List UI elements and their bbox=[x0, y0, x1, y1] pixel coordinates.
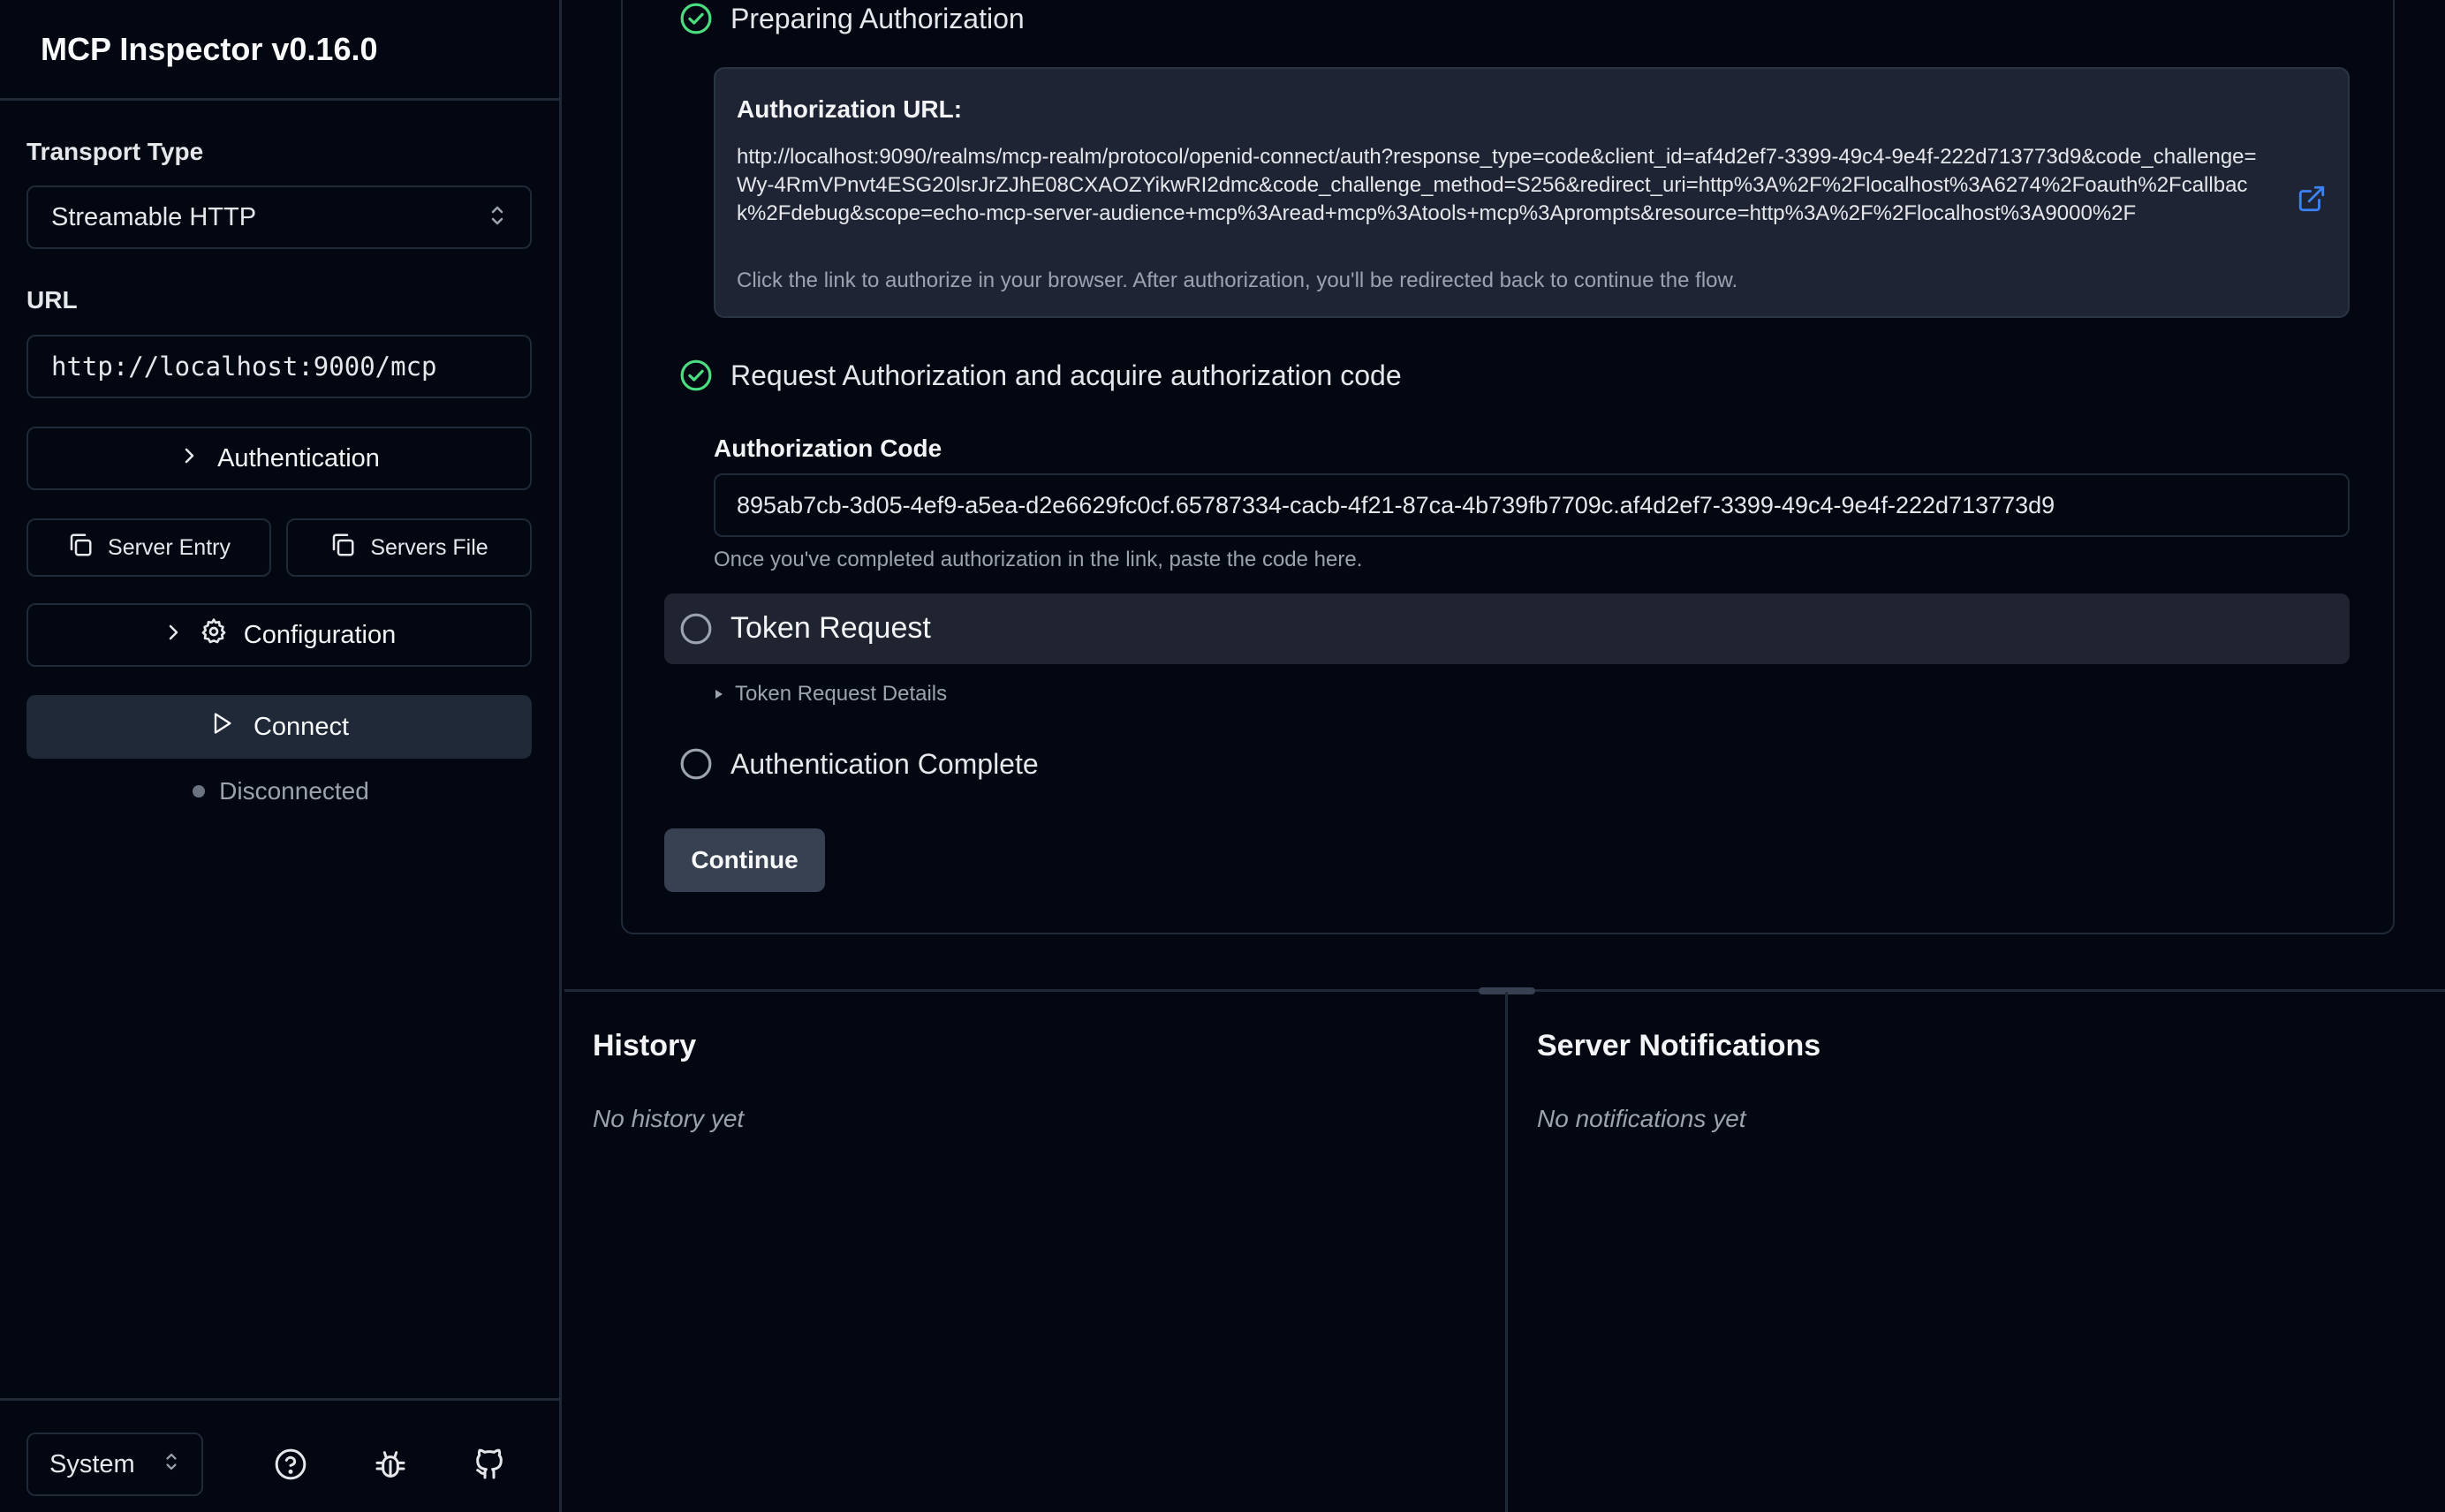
bottom-panels: History No history yet Server Notificati… bbox=[564, 987, 2445, 1512]
server-notifications-title: Server Notifications bbox=[1537, 1029, 1821, 1062]
authorization-url-link[interactable]: http://localhost:9090/realms/mcp-realm/p… bbox=[737, 143, 2274, 228]
check-circle-icon bbox=[679, 359, 713, 392]
chevron-right-icon bbox=[178, 444, 200, 473]
auth-flow-panel: Preparing Authorization Authorization UR… bbox=[564, 0, 2445, 989]
circle-icon bbox=[679, 612, 713, 646]
panel-divider bbox=[1505, 992, 1508, 1512]
authentication-label: Authentication bbox=[217, 443, 380, 472]
chevron-up-down-icon bbox=[164, 1450, 178, 1478]
authorization-url-hint: Click the link to authorize in your brow… bbox=[737, 268, 1738, 292]
connection-status: Disconnected bbox=[0, 775, 562, 807]
step-complete-label: Authentication Complete bbox=[730, 747, 1039, 780]
step-request-authorization: Request Authorization and acquire author… bbox=[679, 359, 1402, 392]
continue-button[interactable]: Continue bbox=[664, 828, 825, 892]
authentication-button[interactable]: Authentication bbox=[26, 427, 532, 490]
transport-type-value: Streamable HTTP bbox=[51, 202, 257, 231]
token-request-details-label: Token Request Details bbox=[735, 682, 948, 706]
notifications-empty-text: No notifications yet bbox=[1537, 1105, 1746, 1132]
step-token-label: Token Request bbox=[730, 611, 931, 645]
external-link-icon[interactable] bbox=[2297, 184, 2327, 214]
sidebar: MCP Inspector v0.16.0 Transport Type Str… bbox=[0, 0, 562, 1512]
configuration-button[interactable]: Configuration bbox=[26, 603, 532, 667]
chevron-up-down-icon bbox=[489, 203, 505, 231]
status-dot-icon bbox=[193, 785, 206, 798]
gear-icon bbox=[200, 617, 228, 653]
sidebar-header: MCP Inspector v0.16.0 bbox=[0, 0, 559, 101]
status-text: Disconnected bbox=[219, 777, 369, 805]
authorization-code-value: 895ab7cb-3d05-4ef9-a5ea-d2e6629fc0cf.657… bbox=[737, 491, 2055, 518]
step-authentication-complete: Authentication Complete bbox=[679, 747, 1039, 781]
step-preparing-authorization: Preparing Authorization bbox=[679, 2, 1025, 35]
app-title: MCP Inspector v0.16.0 bbox=[41, 30, 378, 67]
bug-icon[interactable] bbox=[373, 1447, 408, 1482]
url-input[interactable]: http://localhost:9000/mcp bbox=[26, 335, 532, 398]
token-request-details-toggle[interactable]: Token Request Details bbox=[714, 682, 947, 707]
transport-type-select[interactable]: Streamable HTTP bbox=[26, 185, 532, 249]
step-preparing-label: Preparing Authorization bbox=[730, 2, 1025, 34]
theme-value: System bbox=[49, 1449, 135, 1478]
authorization-code-hint: Once you've completed authorization in t… bbox=[714, 548, 1363, 571]
connect-button[interactable]: Connect bbox=[26, 695, 532, 759]
url-value: http://localhost:9000/mcp bbox=[51, 352, 437, 382]
theme-select[interactable]: System bbox=[26, 1433, 203, 1496]
history-empty-text: No history yet bbox=[593, 1105, 745, 1132]
continue-label: Continue bbox=[691, 846, 799, 873]
servers-file-label: Servers File bbox=[370, 534, 488, 560]
help-icon[interactable] bbox=[273, 1447, 308, 1482]
sidebar-footer: System bbox=[0, 1398, 562, 1512]
connect-label: Connect bbox=[253, 712, 349, 741]
authorization-url-title: Authorization URL: bbox=[737, 95, 963, 123]
copy-icon bbox=[329, 532, 356, 564]
authorization-code-label: Authorization Code bbox=[714, 435, 942, 462]
check-circle-icon bbox=[679, 2, 713, 35]
authorization-code-input[interactable]: 895ab7cb-3d05-4ef9-a5ea-d2e6629fc0cf.657… bbox=[714, 473, 2350, 537]
caret-right-icon bbox=[714, 682, 724, 707]
server-entry-label: Server Entry bbox=[108, 534, 231, 560]
url-label: URL bbox=[26, 286, 78, 314]
servers-file-button[interactable]: Servers File bbox=[286, 518, 532, 577]
step-token-request-row: Token Request bbox=[679, 611, 931, 646]
github-icon[interactable] bbox=[472, 1447, 507, 1482]
circle-icon bbox=[679, 747, 713, 781]
step-request-label: Request Authorization and acquire author… bbox=[730, 359, 1402, 391]
history-title: History bbox=[593, 1029, 697, 1062]
configuration-label: Configuration bbox=[243, 620, 397, 649]
transport-type-label: Transport Type bbox=[26, 138, 204, 165]
chevron-right-icon bbox=[163, 621, 184, 650]
copy-icon bbox=[67, 532, 94, 564]
authorization-url-box: Authorization URL: http://localhost:9090… bbox=[714, 67, 2350, 318]
server-entry-button[interactable]: Server Entry bbox=[26, 518, 271, 577]
play-icon bbox=[209, 710, 234, 744]
